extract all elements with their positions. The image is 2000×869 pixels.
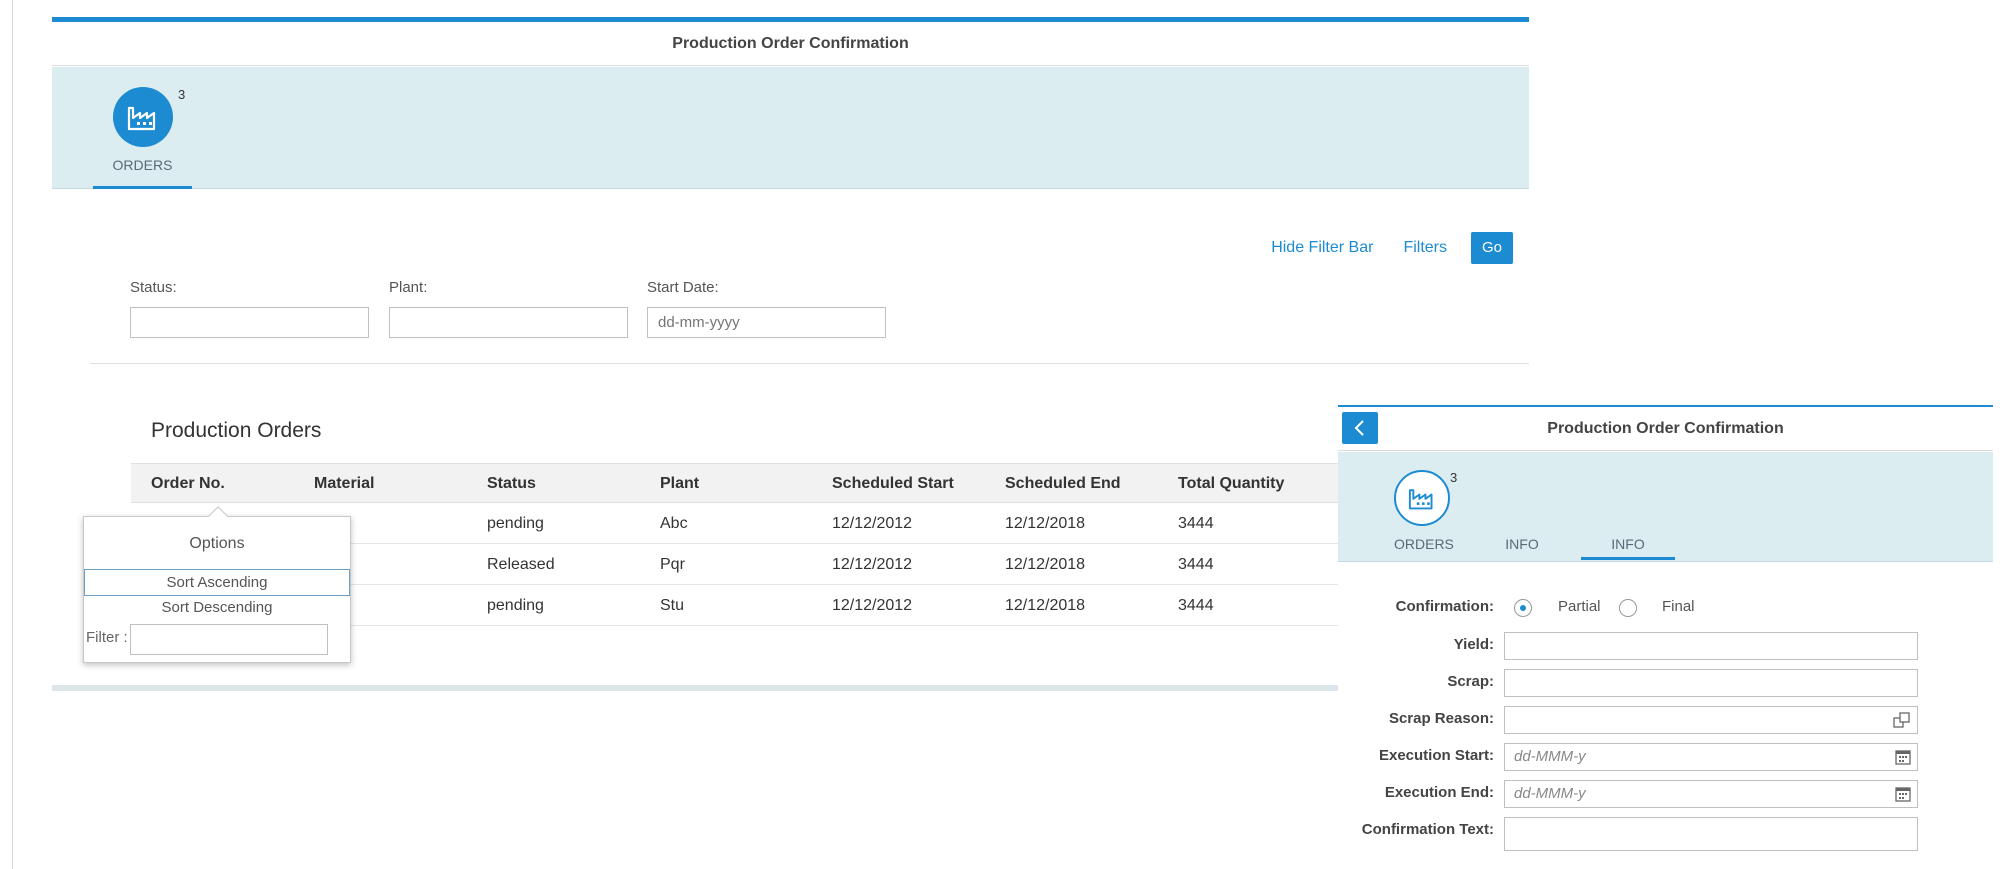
cell-plant: Pqr <box>660 556 685 573</box>
partial-radio[interactable] <box>1514 599 1532 617</box>
popover-title: Options <box>189 535 245 552</box>
cell-scheduled-end: 12/12/2018 <box>1005 515 1086 532</box>
go-button[interactable]: Go <box>1471 232 1513 264</box>
cell-scheduled-end: 12/12/2018 <box>1005 556 1086 573</box>
column-header-scheduled-start[interactable]: Scheduled Start <box>832 464 954 504</box>
scrap-label: Scrap: <box>1447 673 1494 690</box>
active-tab-indicator <box>1581 557 1675 560</box>
cell-scheduled-start: 12/12/2012 <box>832 515 913 532</box>
yield-input[interactable] <box>1504 632 1918 660</box>
cell-scheduled-start: 12/12/2012 <box>832 556 913 573</box>
column-header-status[interactable]: Status <box>487 464 536 504</box>
detail-title: Production Order Confirmation <box>1338 407 1993 451</box>
value-help-icon <box>1893 712 1910 728</box>
left-divider <box>12 0 13 869</box>
scrap-reason-input[interactable] <box>1504 706 1918 734</box>
cell-total-quantity: 3444 <box>1178 515 1214 532</box>
cell-total-quantity: 3444 <box>1178 597 1214 614</box>
cell-scheduled-start: 12/12/2012 <box>832 597 913 614</box>
chevron-left-icon <box>1354 420 1364 436</box>
detail-tab-orders[interactable]: ORDERS <box>1394 536 1454 552</box>
cell-status: Released <box>487 556 555 573</box>
cell-status: pending <box>487 515 544 532</box>
execution-start-input[interactable]: dd-MMM-y <box>1504 743 1918 771</box>
execution-end-label: Execution End: <box>1384 784 1494 801</box>
column-header-order-no[interactable]: Order No. <box>151 464 225 504</box>
popover-filter-label: Filter : <box>86 629 128 646</box>
execution-start-label: Execution Start: <box>1378 747 1494 764</box>
cell-status: pending <box>487 597 544 614</box>
table-title: Production Orders <box>151 419 322 442</box>
detail-panel: Production Order Confirmation 3 ORDERS I… <box>1338 405 1993 869</box>
status-filter-label: Status: <box>130 279 177 296</box>
column-header-plant[interactable]: Plant <box>660 464 699 504</box>
page-title: Production Order Confirmation <box>52 22 1529 66</box>
detail-orders-count-badge: 3 <box>1450 470 1458 485</box>
table-header: Order No. Material Status Plant Schedule… <box>131 463 1529 503</box>
detail-tab-info-1[interactable]: INFO <box>1492 536 1552 552</box>
popover-filter-input[interactable] <box>130 624 328 655</box>
status-filter-input[interactable] <box>130 307 369 338</box>
execution-start-placeholder: dd-MMM-y <box>1514 748 1586 765</box>
filter-bar-actions: Hide Filter Bar Filters Go <box>1271 232 1513 264</box>
scrap-reason-label: Scrap Reason: <box>1388 710 1494 727</box>
partial-radio-label: Partial <box>1558 598 1601 615</box>
cell-plant: Abc <box>660 515 688 532</box>
icon-tab-bar: 3 ORDERS <box>52 67 1529 189</box>
sort-descending-item[interactable]: Sort Descending <box>84 595 350 622</box>
confirmation-text-input[interactable] <box>1504 817 1918 851</box>
execution-end-placeholder: dd-MMM-y <box>1514 785 1586 802</box>
sort-ascending-item[interactable]: Sort Ascending <box>84 569 350 596</box>
calendar-icon <box>1895 787 1911 802</box>
scrap-input[interactable] <box>1504 669 1918 697</box>
detail-tab-info-2[interactable]: INFO <box>1581 536 1675 552</box>
cell-plant: Stu <box>660 597 685 614</box>
filters-link[interactable]: Filters <box>1403 239 1447 257</box>
execution-end-input[interactable]: dd-MMM-y <box>1504 780 1918 808</box>
page: Production Order Confirmation 3 ORDERS H… <box>0 0 2000 869</box>
cell-total-quantity: 3444 <box>1178 556 1214 573</box>
final-radio[interactable] <box>1619 599 1637 617</box>
column-header-total-quantity[interactable]: Total Quantity <box>1178 464 1284 504</box>
filter-bar-divider <box>90 363 1529 364</box>
orders-count-badge: 3 <box>178 87 186 102</box>
tab-orders-label: ORDERS <box>112 157 173 173</box>
cell-scheduled-end: 12/12/2018 <box>1005 597 1086 614</box>
factory-icon[interactable] <box>113 87 173 147</box>
final-radio-label: Final <box>1662 598 1695 615</box>
calendar-icon <box>1895 750 1911 765</box>
column-header-scheduled-end[interactable]: Scheduled End <box>1005 464 1121 504</box>
plant-filter-label: Plant: <box>389 279 428 296</box>
tab-orders[interactable]: 3 ORDERS <box>93 67 192 189</box>
detail-icon-tab-bar: 3 ORDERS INFO INFO <box>1338 452 1993 562</box>
start-date-filter-input[interactable] <box>647 307 886 338</box>
confirmation-label: Confirmation: <box>1395 598 1494 615</box>
column-options-popover: Options Sort Ascending Sort Descending F… <box>83 506 351 663</box>
hide-filter-bar-link[interactable]: Hide Filter Bar <box>1271 239 1373 257</box>
yield-label: Yield: <box>1453 636 1494 653</box>
plant-filter-input[interactable] <box>389 307 628 338</box>
table-footer-bar <box>52 685 1529 691</box>
confirmation-text-label: Confirmation Text: <box>1361 821 1494 838</box>
back-button[interactable] <box>1342 412 1378 444</box>
column-header-material[interactable]: Material <box>314 464 374 504</box>
start-date-filter-label: Start Date: <box>647 279 719 296</box>
factory-icon[interactable] <box>1394 470 1450 526</box>
